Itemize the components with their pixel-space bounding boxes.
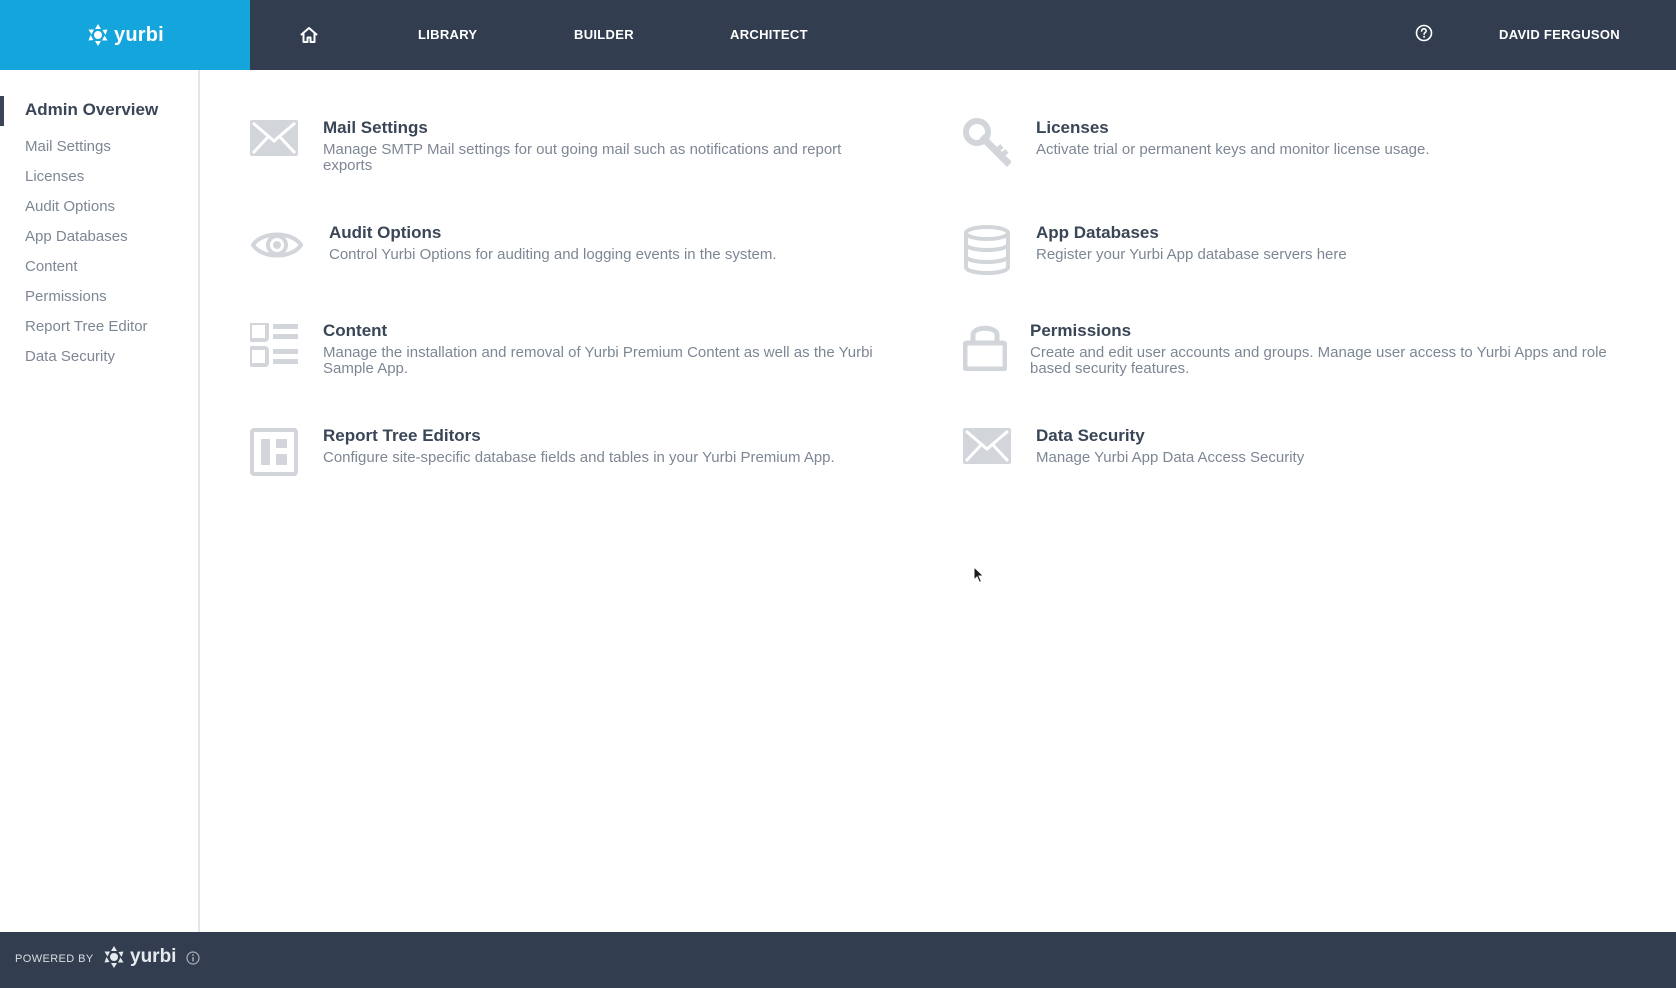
- yurbi-logo-icon: [104, 946, 124, 968]
- brand-logo[interactable]: yurbi: [0, 0, 250, 70]
- sidebar-item-data-security[interactable]: Data Security: [25, 348, 115, 365]
- card-description: Create and edit user accounts and groups…: [1030, 344, 1607, 377]
- sidebar-item-permissions[interactable]: Permissions: [25, 288, 107, 305]
- user-menu[interactable]: DAVID FERGUSON: [1499, 0, 1620, 70]
- sidebar-item-audit-options[interactable]: Audit Options: [25, 198, 115, 215]
- card-app-databases[interactable]: App Databases Register your Yurbi App da…: [963, 223, 1623, 283]
- card-description: Activate trial or permanent keys and mon…: [1036, 141, 1430, 158]
- sidebar-item-licenses[interactable]: Licenses: [25, 168, 84, 185]
- nav-builder[interactable]: BUILDER: [574, 0, 634, 70]
- card-title: Mail Settings: [323, 118, 428, 137]
- card-report-tree-editors[interactable]: Report Tree Editors Configure site-speci…: [250, 426, 910, 486]
- footer-bar: POWERED BY yurbi: [0, 932, 1676, 988]
- card-title: Report Tree Editors: [323, 426, 481, 445]
- sidebar-item-mail-settings[interactable]: Mail Settings: [25, 138, 111, 155]
- card-description: Manage Yurbi App Data Access Security: [1036, 449, 1305, 466]
- card-data-security[interactable]: Data Security Manage Yurbi App Data Acce…: [963, 426, 1623, 486]
- mail-icon: [963, 428, 1011, 464]
- layout-icon: [250, 428, 298, 476]
- card-title: Data Security: [1036, 426, 1145, 445]
- mail-icon: [250, 120, 298, 156]
- home-button[interactable]: [296, 22, 322, 48]
- lock-icon: [963, 325, 1007, 371]
- card-title: Audit Options: [329, 223, 442, 242]
- card-licenses[interactable]: Licenses Activate trial or permanent key…: [963, 118, 1623, 182]
- help-button[interactable]: [1415, 24, 1435, 44]
- card-description: Control Yurbi Options for auditing and l…: [329, 246, 777, 263]
- key-icon: [963, 118, 1011, 167]
- active-indicator: [0, 96, 4, 126]
- card-content[interactable]: Content Manage the installation and remo…: [250, 321, 910, 385]
- eye-icon: [250, 232, 304, 258]
- sidebar-item-report-tree-editor[interactable]: Report Tree Editor: [25, 318, 148, 335]
- card-description: Manage SMTP Mail settings for out going …: [323, 141, 842, 174]
- help-icon: [1415, 24, 1433, 42]
- sidebar-item-admin-overview[interactable]: Admin Overview: [25, 100, 158, 120]
- list-icon: [250, 323, 298, 367]
- card-audit-options[interactable]: Audit Options Control Yurbi Options for …: [250, 223, 910, 283]
- card-title: Licenses: [1036, 118, 1109, 137]
- sidebar-item-content[interactable]: Content: [25, 258, 78, 275]
- footer-logo[interactable]: yurbi: [102, 945, 176, 969]
- card-title: Content: [323, 321, 388, 340]
- top-navigation-bar: yurbi LIBRARY BUILDER ARCHITECT DAVID FE…: [0, 0, 1676, 70]
- card-title: Permissions: [1030, 321, 1132, 340]
- yurbi-logo-icon: [88, 24, 108, 46]
- brand-logo-mark: yurbi: [86, 23, 164, 47]
- powered-by-label: POWERED BY: [15, 953, 94, 965]
- card-description: Configure site-specific database fields …: [323, 449, 835, 466]
- home-icon: [300, 27, 318, 43]
- database-icon: [964, 225, 1010, 275]
- card-permissions[interactable]: Permissions Create and edit user account…: [963, 321, 1623, 385]
- card-mail-settings[interactable]: Mail Settings Manage SMTP Mail settings …: [250, 118, 910, 182]
- admin-sidebar: Admin Overview Mail Settings Licenses Au…: [0, 70, 200, 932]
- card-title: App Databases: [1036, 223, 1159, 242]
- nav-library[interactable]: LIBRARY: [418, 0, 477, 70]
- card-description: Manage the installation and removal of Y…: [323, 344, 873, 377]
- sidebar-item-app-databases[interactable]: App Databases: [25, 228, 128, 245]
- nav-architect[interactable]: ARCHITECT: [730, 0, 808, 70]
- info-icon[interactable]: [186, 951, 200, 965]
- card-description: Register your Yurbi App database servers…: [1036, 246, 1347, 263]
- brand-name: yurbi: [114, 23, 164, 46]
- mouse-cursor-icon: [973, 566, 985, 584]
- footer-brand-name: yurbi: [130, 946, 177, 967]
